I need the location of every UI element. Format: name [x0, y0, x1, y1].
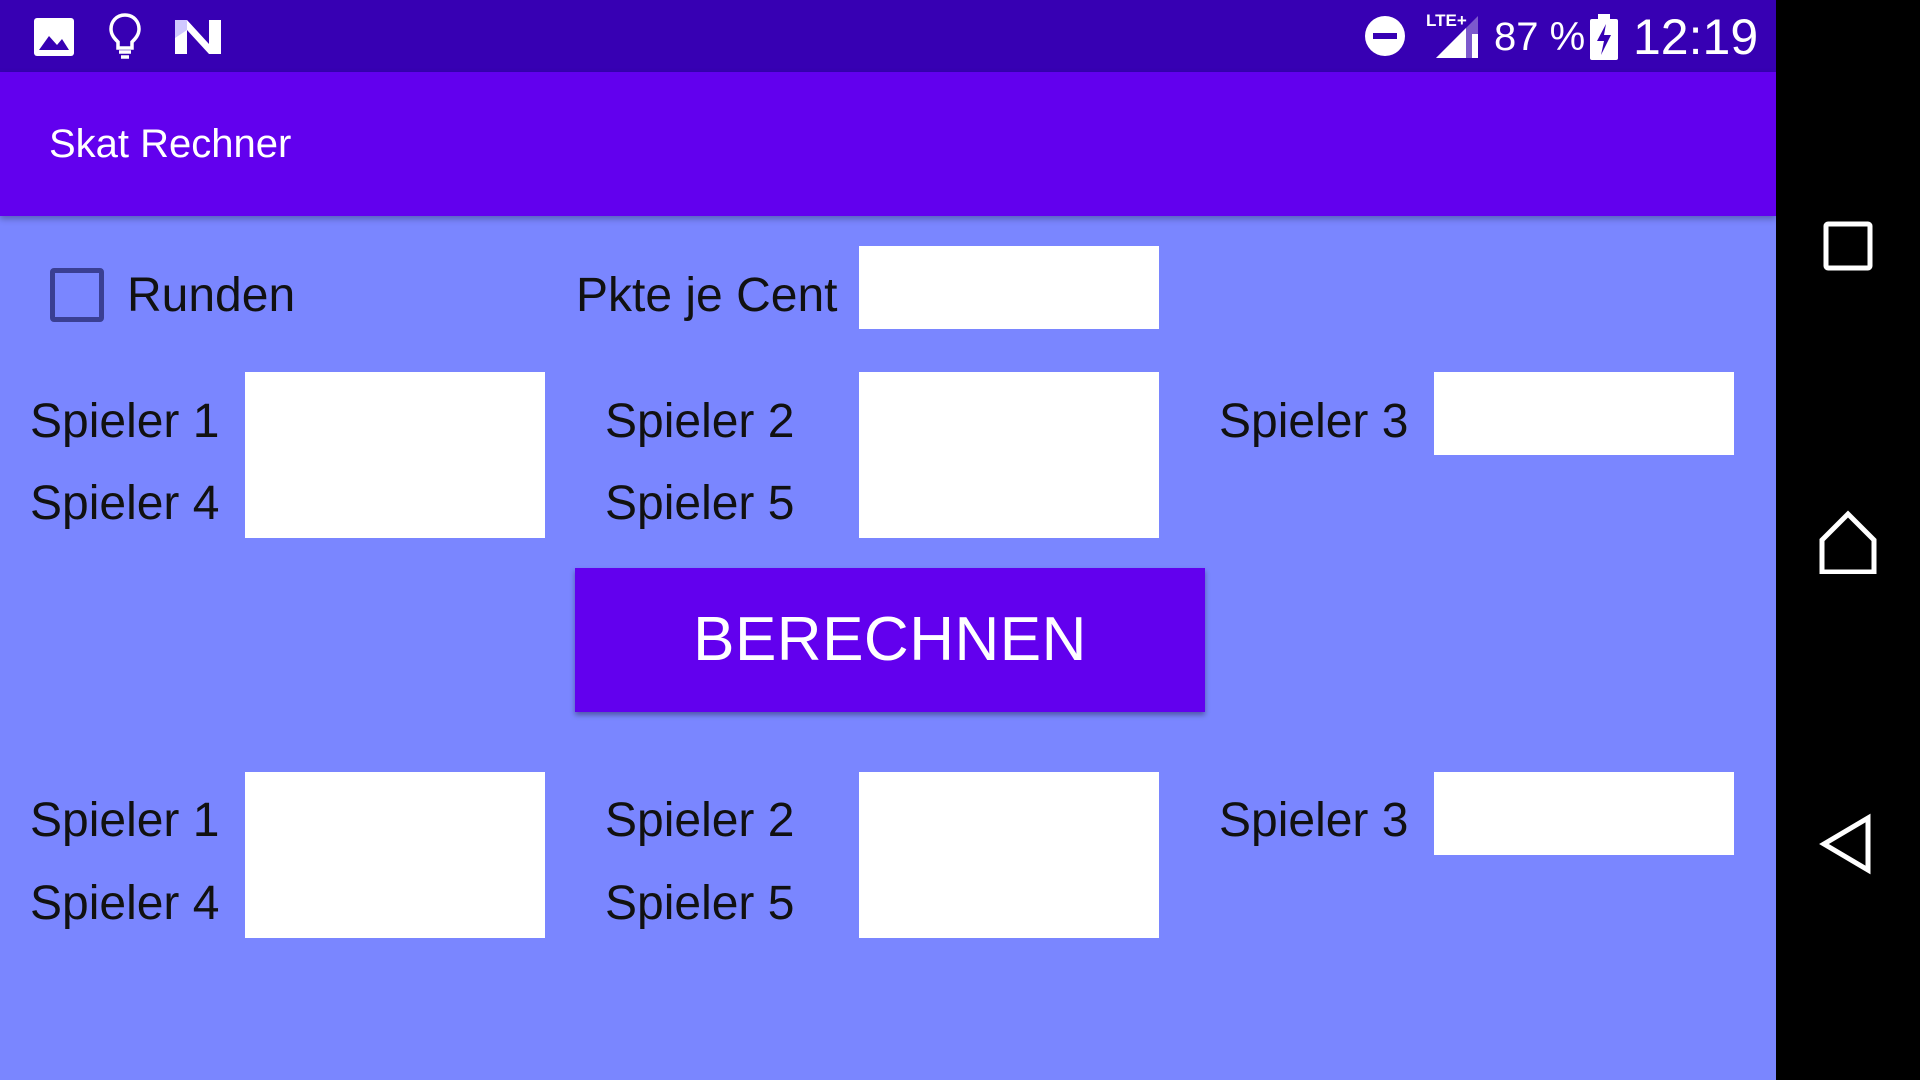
- home-icon[interactable]: [1818, 510, 1878, 574]
- status-bar: LTE+ 87 % 12:19: [0, 0, 1776, 72]
- recents-square-icon[interactable]: [1818, 214, 1878, 278]
- image-icon: [34, 18, 74, 56]
- result-spieler2-field[interactable]: [859, 772, 1159, 855]
- input-spieler5-field[interactable]: [859, 455, 1159, 538]
- result-spieler1-label: Spieler 1: [30, 794, 220, 847]
- input-spieler4-label: Spieler 4: [30, 477, 220, 530]
- pkte-je-cent-input[interactable]: [859, 246, 1159, 329]
- input-spieler5-label: Spieler 5: [605, 477, 795, 530]
- runden-checkbox[interactable]: [50, 268, 104, 322]
- pkte-je-cent-label: Pkte je Cent: [576, 269, 838, 322]
- battery-charging-icon: [1590, 14, 1618, 60]
- app-title: Skat Rechner: [49, 122, 292, 166]
- input-spieler3-field[interactable]: [1434, 372, 1734, 455]
- result-spieler4-field[interactable]: [245, 855, 545, 938]
- back-triangle-icon[interactable]: [1818, 812, 1878, 876]
- device-screen: LTE+ 87 % 12:19 Skat Rechner Runden Pkte…: [0, 0, 1920, 1080]
- input-spieler2-label: Spieler 2: [605, 395, 795, 448]
- runden-label[interactable]: Runden: [127, 268, 295, 324]
- result-spieler3-label: Spieler 3: [1219, 794, 1409, 847]
- battery-percent: 87 %: [1494, 15, 1586, 59]
- result-spieler5-field[interactable]: [859, 855, 1159, 938]
- input-spieler2-field[interactable]: [859, 372, 1159, 455]
- input-spieler3-label: Spieler 3: [1219, 395, 1409, 448]
- input-spieler1-label: Spieler 1: [30, 395, 220, 448]
- result-spieler2-label: Spieler 2: [605, 794, 795, 847]
- berechnen-button[interactable]: BERECHNEN: [575, 568, 1205, 712]
- signal-icon: [1436, 16, 1478, 58]
- n-logo-icon: [175, 20, 221, 54]
- lightbulb-icon: [109, 13, 141, 59]
- result-spieler1-field[interactable]: [245, 772, 545, 855]
- result-spieler4-label: Spieler 4: [30, 877, 220, 930]
- do-not-disturb-icon: [1365, 16, 1405, 56]
- status-time: 12:19: [1633, 9, 1759, 65]
- app-window: LTE+ 87 % 12:19 Skat Rechner Runden Pkte…: [0, 0, 1776, 1080]
- input-spieler1-field[interactable]: [245, 372, 545, 455]
- input-spieler4-field[interactable]: [245, 455, 545, 538]
- result-spieler5-label: Spieler 5: [605, 877, 795, 930]
- navigation-bar: [1776, 0, 1920, 1080]
- app-bar: Skat Rechner: [0, 72, 1776, 216]
- result-spieler3-field[interactable]: [1434, 772, 1734, 855]
